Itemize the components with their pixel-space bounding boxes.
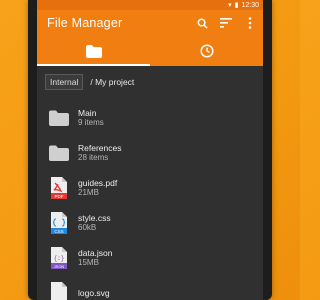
file-meta: 9 items (78, 117, 104, 127)
tab-bar (37, 36, 263, 66)
list-item[interactable]: CSS style.css 60kB (37, 205, 263, 240)
file-name: References (78, 142, 122, 153)
css-file-icon: CSS (51, 211, 67, 234)
file-name: style.css (78, 212, 111, 223)
file-name: guides.pdf (78, 177, 118, 188)
file-browser: Internal / My project Main 9 items Refer… (37, 66, 263, 300)
battery-icon: ▮ (234, 2, 239, 9)
more-vert-icon[interactable] (243, 16, 257, 30)
breadcrumb-root[interactable]: Internal (45, 74, 84, 90)
file-meta: 15MB (78, 257, 99, 267)
file-meta: 21MB (78, 187, 99, 197)
file-name: Main (78, 107, 97, 118)
list-item[interactable]: References 28 items (37, 135, 263, 170)
app-bar: File Manager (37, 10, 263, 36)
pdf-file-icon: PDF (51, 176, 67, 199)
file-name: data.json (78, 247, 113, 258)
signal-icon: ▾ (228, 2, 232, 9)
file-badge: CSS (54, 229, 63, 234)
app-title: File Manager (47, 16, 123, 30)
json-file-icon: {:} JSON (51, 246, 67, 269)
sort-icon[interactable] (219, 16, 233, 30)
folder-icon (49, 110, 69, 126)
tab-indicator (37, 64, 150, 66)
file-badge: JSON (54, 264, 65, 269)
folder-icon (49, 145, 69, 161)
folder-icon (85, 44, 102, 58)
breadcrumb: Internal / My project (37, 72, 263, 92)
file-name: logo.svg (78, 287, 110, 298)
list-item[interactable]: logo.svg (37, 275, 263, 300)
list-item[interactable]: PDF guides.pdf 21MB (37, 170, 263, 205)
list-item[interactable]: {:} JSON data.json 15MB (37, 240, 263, 275)
file-meta: 28 items (78, 152, 109, 162)
status-time: 12:30 (241, 1, 259, 9)
breadcrumb-current[interactable]: / My project (86, 75, 138, 89)
file-meta: 60kB (78, 222, 97, 232)
tab-recent[interactable] (150, 36, 263, 66)
svg-text:{:}: {:} (54, 255, 65, 262)
search-icon[interactable] (195, 16, 209, 30)
clock-icon (199, 44, 214, 58)
list-item[interactable]: Main 9 items (37, 100, 263, 135)
app-screen: ▾ ▮ 12:30 File Manager Internal / My pro… (37, 0, 263, 300)
file-list: Main 9 items References 28 items PDF gui… (37, 100, 263, 300)
file-badge: PDF (55, 194, 64, 199)
svg-file-icon (51, 281, 67, 300)
status-bar: ▾ ▮ 12:30 (37, 0, 263, 10)
tab-folders[interactable] (37, 36, 150, 66)
